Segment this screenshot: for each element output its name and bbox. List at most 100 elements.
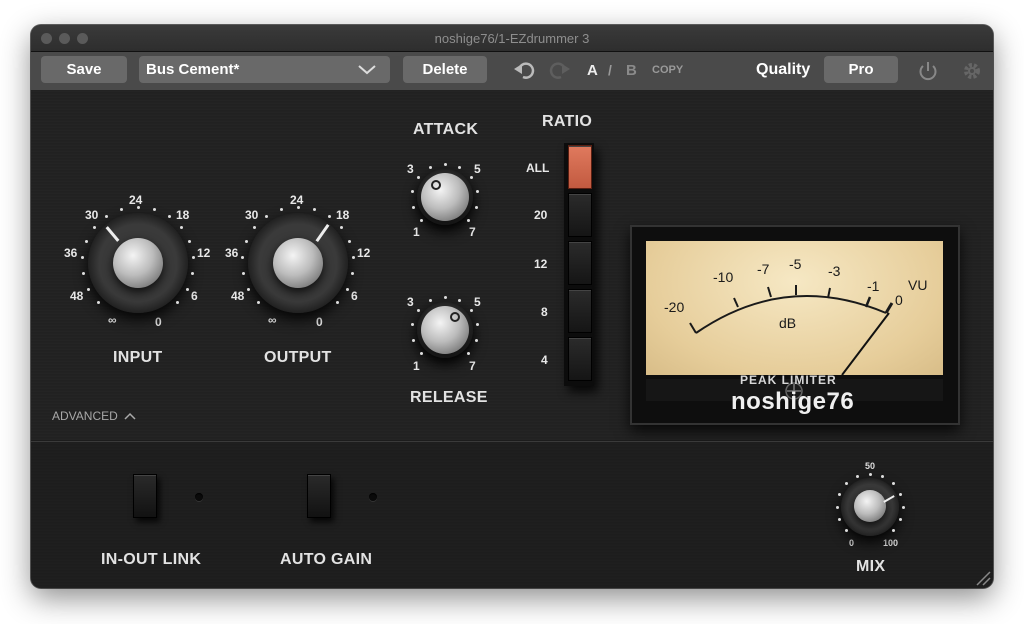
input-tick-18: 18 — [176, 208, 190, 222]
ratio-button-12[interactable] — [568, 241, 592, 285]
preset-selector[interactable]: Bus Cement* — [139, 56, 390, 83]
vu-label-minus-20: -20 — [664, 299, 685, 315]
output-scale-dot — [352, 256, 356, 259]
quality-pro-button[interactable]: Pro — [824, 56, 898, 83]
input-scale-dot — [179, 225, 183, 229]
preset-name: Bus Cement* — [146, 61, 240, 78]
power-icon[interactable] — [917, 60, 939, 82]
attack-tick-3: 3 — [407, 162, 414, 176]
delete-button[interactable]: Delete — [403, 56, 487, 83]
compare-b-button[interactable]: B — [626, 62, 637, 79]
vu-meter-face: -20 -10 -7 -5 -3 -1 0 VU dB — [646, 241, 943, 375]
attack-tick-5: 5 — [474, 162, 481, 176]
redo-icon[interactable] — [549, 60, 571, 80]
ratio-label: RATIO — [542, 113, 593, 130]
vu-db-label: dB — [779, 315, 797, 331]
in-out-link-switch[interactable] — [133, 474, 157, 518]
mix-scale-dot — [891, 528, 895, 532]
output-scale-dot — [348, 240, 352, 244]
output-tick-18: 18 — [336, 208, 350, 222]
input-scale-dot — [167, 214, 171, 218]
window-title: noshige76/1-EZdrummer 3 — [434, 31, 590, 46]
output-tick-12: 12 — [357, 246, 371, 260]
release-scale-dot — [476, 323, 480, 327]
release-tick-7: 7 — [469, 359, 476, 373]
attack-scale-dot — [410, 190, 414, 194]
attack-tick-1: 1 — [413, 225, 420, 239]
mix-tick-50: 50 — [865, 461, 876, 471]
attack-scale-dot — [420, 218, 424, 222]
release-scale-dot — [416, 309, 420, 313]
input-scale-dot — [152, 207, 156, 211]
save-button[interactable]: Save — [41, 56, 127, 83]
output-knob[interactable] — [273, 238, 323, 288]
vu-label-minus-1: -1 — [867, 278, 880, 294]
mix-knob[interactable] — [854, 490, 886, 522]
input-tick-6: 6 — [191, 289, 198, 303]
release-tick-1: 1 — [413, 359, 420, 373]
input-tick-infinity: ∞ — [108, 313, 117, 327]
ratio-button-all[interactable] — [568, 145, 592, 189]
input-knob[interactable] — [113, 238, 163, 288]
input-tick-24: 24 — [129, 193, 143, 207]
undo-icon[interactable] — [513, 60, 535, 80]
output-scale-dot — [339, 225, 343, 229]
input-scale-dot — [80, 256, 84, 259]
output-scale-dot — [241, 272, 245, 276]
release-scale-dot — [470, 309, 474, 313]
mix-scale-dot — [898, 518, 902, 522]
chevron-down-icon — [358, 65, 376, 75]
release-knob-marker — [450, 312, 460, 322]
output-scale-dot — [296, 205, 300, 209]
release-scale-dot — [420, 351, 424, 355]
brand-subtitle: PEAK LIMITER — [740, 373, 837, 387]
ratio-button-20[interactable] — [568, 193, 592, 237]
input-scale-dot — [192, 256, 196, 259]
output-scale-dot — [265, 214, 269, 218]
vu-label-minus-3: -3 — [828, 263, 841, 279]
release-tick-5: 5 — [474, 295, 481, 309]
input-label: INPUT — [113, 349, 163, 366]
ratio-option-20: 20 — [534, 208, 548, 222]
release-knob[interactable] — [421, 306, 469, 354]
attack-tick-7: 7 — [469, 225, 476, 239]
output-tick-36: 36 — [225, 246, 239, 260]
input-scale-dot — [191, 272, 195, 276]
copy-button[interactable]: COPY — [652, 64, 683, 76]
mix-scale-dot — [835, 505, 839, 509]
title-bar: noshige76/1-EZdrummer 3 — [31, 25, 993, 52]
auto-gain-switch[interactable] — [307, 474, 331, 518]
output-label: OUTPUT — [264, 349, 332, 366]
mix-label: MIX — [856, 558, 886, 575]
attack-scale-dot — [470, 176, 474, 180]
attack-knob[interactable] — [421, 173, 469, 221]
vu-label-minus-5: -5 — [789, 256, 802, 272]
input-scale-dot — [176, 301, 180, 305]
attack-scale-dot — [428, 166, 432, 170]
output-scale-dot — [351, 272, 355, 276]
ratio-button-4[interactable] — [568, 337, 592, 381]
mix-scale-dot — [868, 472, 872, 476]
toolbar: Save Bus Cement* Delete A / B COPY Quali… — [31, 52, 993, 91]
input-tick-12: 12 — [197, 246, 211, 260]
mix-scale-dot — [838, 518, 841, 522]
input-scale-dot — [84, 240, 88, 244]
advanced-toggle[interactable]: ADVANCED — [52, 409, 136, 423]
ratio-button-8[interactable] — [568, 289, 592, 333]
gear-icon[interactable] — [961, 60, 983, 82]
vu-label-minus-7: -7 — [757, 261, 770, 277]
ratio-option-4: 4 — [541, 353, 548, 367]
output-scale-dot — [345, 287, 349, 291]
release-scale-dot — [428, 299, 432, 303]
attack-knob-marker — [431, 180, 441, 190]
compare-a-button[interactable]: A — [587, 62, 598, 79]
attack-scale-dot — [458, 166, 462, 170]
input-scale-dot — [93, 225, 97, 229]
output-tick-infinity: ∞ — [268, 313, 277, 327]
output-tick-30: 30 — [245, 208, 259, 222]
resize-handle-icon[interactable] — [975, 570, 991, 586]
output-scale-dot — [256, 301, 260, 305]
input-tick-30: 30 — [85, 208, 99, 222]
vu-unit-label: VU — [908, 277, 928, 293]
input-scale-dot — [120, 207, 124, 211]
